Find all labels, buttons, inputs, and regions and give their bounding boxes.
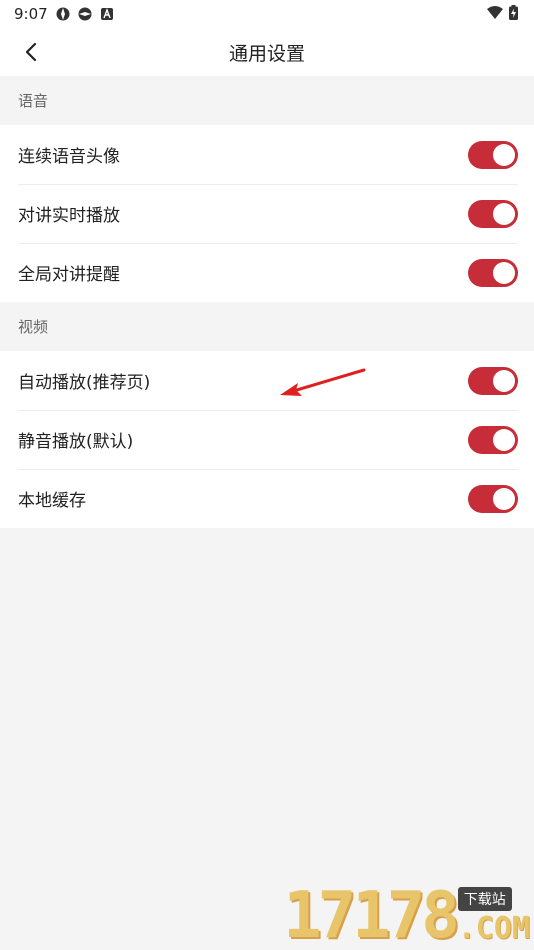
setting-row-mute-play: 静音播放(默认): [0, 410, 534, 469]
watermark-suffix: .COM: [457, 911, 530, 946]
setting-label: 本地缓存: [18, 491, 86, 511]
section-header-video: 视频: [18, 318, 49, 336]
watermark-number: 17178: [283, 879, 460, 950]
setting-label: 全局对讲提醒: [18, 265, 120, 285]
watermark-logo: 17178 下载站 .COM: [283, 884, 530, 948]
setting-row-continuous-voice-avatar: 连续语音头像: [0, 125, 534, 184]
continuous-voice-avatar-toggle[interactable]: [468, 140, 518, 169]
back-button[interactable]: [18, 38, 46, 66]
setting-label: 自动播放(推荐页): [18, 373, 151, 393]
app-notification-icon: [78, 7, 92, 21]
chevron-left-icon: [25, 42, 37, 62]
status-bar: 9:07: [0, 0, 534, 28]
setting-label: 连续语音头像: [18, 147, 120, 167]
mute-play-toggle[interactable]: [468, 425, 518, 454]
section-voice: 连续语音头像 对讲实时播放 全局对讲提醒: [0, 125, 534, 302]
battery-charging-icon: [509, 5, 518, 20]
global-intercom-reminder-toggle[interactable]: [468, 258, 518, 287]
text-notification-icon: [100, 8, 113, 20]
section-header-voice: 语音: [18, 92, 49, 110]
page-title: 通用设置: [228, 42, 305, 65]
setting-row-intercom-realtime-play: 对讲实时播放: [0, 184, 534, 243]
setting-label: 对讲实时播放: [18, 206, 120, 226]
status-time: 9:07: [14, 5, 48, 23]
autoplay-recommend-toggle[interactable]: [468, 366, 518, 395]
annotation-arrow-icon: [280, 368, 366, 396]
nav-bar: 通用设置: [0, 28, 534, 76]
intercom-realtime-play-toggle[interactable]: [468, 199, 518, 228]
setting-row-autoplay-recommend: 自动播放(推荐页): [0, 351, 534, 410]
watermark-tag: 下载站: [457, 887, 512, 911]
section-video: 自动播放(推荐页) 静音播放(默认) 本地缓存: [0, 351, 534, 528]
setting-row-global-intercom-reminder: 全局对讲提醒: [0, 243, 534, 302]
setting-row-local-cache: 本地缓存: [0, 469, 534, 528]
local-cache-toggle[interactable]: [468, 484, 518, 513]
setting-label: 静音播放(默认): [18, 432, 134, 452]
app-notification-icon: [56, 7, 70, 21]
wifi-icon: [487, 5, 503, 19]
